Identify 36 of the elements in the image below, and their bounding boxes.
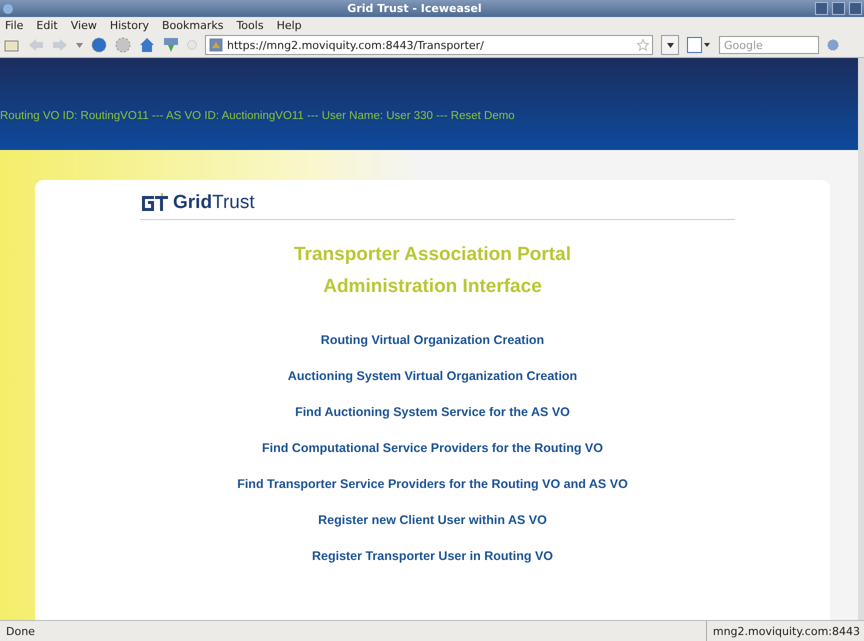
menu-item[interactable]: View (70, 18, 97, 32)
download-icon[interactable] (163, 37, 179, 53)
logo-text: GridTrust (173, 192, 255, 214)
menu-item[interactable]: Bookmarks (162, 18, 224, 32)
session-info: Routing VO ID: RoutingVO11 --- AS VO ID: AuctioningVO11 --- User Name: User 330 --- Reset Demo (0, 110, 515, 122)
menu-link[interactable]: Find Computational Service Providers for the Routing VO (262, 441, 603, 455)
caret-icon[interactable] (76, 42, 83, 48)
menu-item[interactable]: Tools (236, 18, 264, 32)
dropdown-button[interactable] (661, 35, 679, 55)
search-field[interactable]: Google (719, 36, 819, 54)
menu-link[interactable]: Register new Client User within AS VO (318, 513, 547, 527)
menu-item[interactable]: History (110, 18, 149, 32)
menu-link[interactable]: Find Auctioning System Service for the AS VO (295, 405, 570, 419)
menu-link[interactable]: Register Transporter User in Routing VO (312, 549, 553, 563)
search-engine-icon[interactable] (687, 37, 711, 53)
window-title: Grid Trust - Iceweasel (346, 2, 483, 15)
page-icon (209, 38, 223, 52)
menu-item[interactable]: File (5, 18, 24, 32)
caret-icon (666, 42, 674, 48)
status-text: Done (5, 624, 36, 638)
folder-icon[interactable] (4, 38, 20, 52)
menu-item[interactable]: Help (276, 18, 302, 32)
scrollbar[interactable] (858, 58, 864, 620)
menu-item[interactable]: Edit (36, 18, 58, 32)
menu-link[interactable]: Routing Virtual Organization Creation (320, 333, 544, 347)
menu-link[interactable]: Auctioning System Virtual Organization Creation (288, 369, 578, 383)
address-field[interactable]: https://mng2.moviquity.com:8443/Transporter/ (205, 35, 653, 55)
throbber-icon[interactable] (187, 40, 197, 50)
home-icon[interactable] (139, 37, 155, 53)
page-title: Administration Interface (323, 276, 542, 298)
host-label: mng2.moviquity.com:8443 (706, 621, 864, 641)
logo-icon (140, 193, 170, 213)
page-title: Transporter Association Portal (294, 244, 571, 266)
app-icon (2, 2, 14, 14)
menu-link[interactable]: Find Transporter Service Providers for the Routing VO and AS VO (237, 477, 628, 491)
star-icon[interactable] (637, 39, 649, 51)
